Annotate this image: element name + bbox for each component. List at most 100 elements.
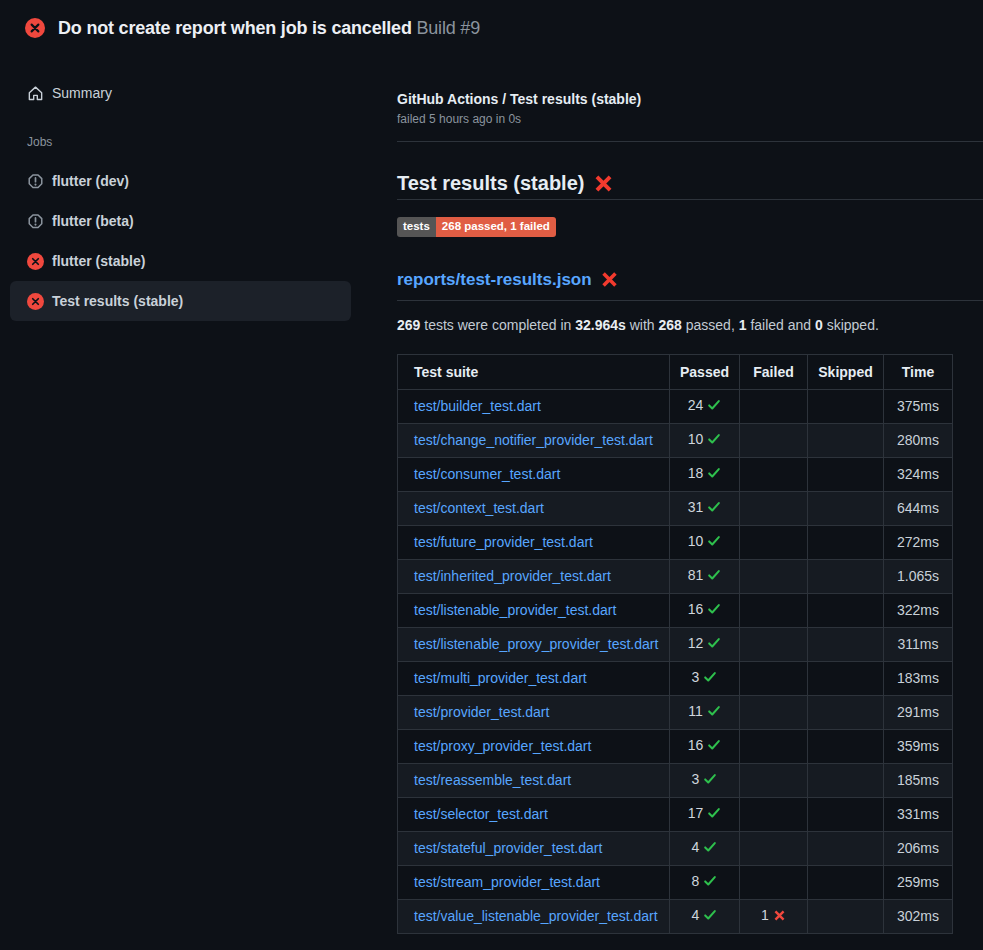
passed-cell: 4 [670,899,740,933]
failed-cell [740,491,808,525]
table-row: test/reassemble_test.dart3185ms [398,763,953,797]
passed-cell: 31 [670,491,740,525]
time-cell: 644ms [884,491,953,525]
skipped-cell [808,831,884,865]
check-icon [707,806,721,823]
time-cell: 272ms [884,525,953,559]
check-icon [703,840,717,857]
x-circle-icon [25,18,45,38]
table-row: test/proxy_provider_test.dart16359ms [398,729,953,763]
check-icon [703,670,717,687]
failed-cell [740,389,808,423]
col-header-failed: Failed [740,354,808,389]
check-icon [707,432,721,449]
check-icon [707,704,721,721]
suite-link[interactable]: test/multi_provider_test.dart [414,670,587,686]
time-cell: 291ms [884,695,953,729]
passed-cell: 16 [670,729,740,763]
passed-cell: 17 [670,797,740,831]
suite-link[interactable]: test/selector_test.dart [414,806,548,822]
time-cell: 280ms [884,423,953,457]
skipped-cell [808,423,884,457]
stop-icon [27,173,44,190]
table-row: test/listenable_proxy_provider_test.dart… [398,627,953,661]
sidebar-item-summary[interactable]: Summary [10,73,351,113]
badge-value: 268 passed, 1 failed [436,217,556,237]
table-row: test/provider_test.dart11291ms [398,695,953,729]
check-icon [707,636,721,653]
status-line: failed 5 hours ago in 0s [397,112,983,126]
report-link[interactable]: reports/test-results.json [397,270,592,290]
skipped-cell [808,389,884,423]
skipped-cell [808,559,884,593]
table-row: test/consumer_test.dart18324ms [398,457,953,491]
failed-cell [740,695,808,729]
summary-label: Summary [52,85,112,101]
time-cell: 183ms [884,661,953,695]
table-row: test/selector_test.dart17331ms [398,797,953,831]
build-number: Build #9 [417,18,480,38]
time-cell: 311ms [884,627,953,661]
failed-cell [740,797,808,831]
x-circle-icon [27,293,44,310]
tests-badge: tests 268 passed, 1 failed [397,217,556,237]
failed-cell [740,457,808,491]
table-row: test/stateful_provider_test.dart 4 206ms [398,831,953,865]
skipped-cell [808,491,884,525]
time-cell: 259ms [884,865,953,899]
suite-link[interactable]: test/reassemble_test.dart [414,772,571,788]
failed-cell [740,559,808,593]
suite-link[interactable]: test/stateful_provider_test.dart [414,840,602,856]
sidebar-job-flutter-stable-[interactable]: flutter (stable) [10,241,351,281]
sidebar-job-flutter-beta-[interactable]: flutter (beta) [10,201,351,241]
suite-link[interactable]: test/change_notifier_provider_test.dart [414,432,653,448]
skipped-cell [808,593,884,627]
suite-link[interactable]: test/proxy_provider_test.dart [414,738,591,754]
suite-link[interactable]: test/consumer_test.dart [414,466,560,482]
passed-cell: 16 [670,593,740,627]
table-header-row: Test suitePassedFailedSkippedTime [398,354,953,389]
check-icon [707,602,721,619]
check-icon [703,874,717,891]
check-icon [703,908,717,925]
table-row: test/change_notifier_provider_test.dart1… [398,423,953,457]
suite-link[interactable]: test/stream_provider_test.dart [414,874,600,890]
jobs-section-label: Jobs [27,135,397,149]
check-icon [707,500,721,517]
skipped-cell [808,695,884,729]
job-name: flutter (dev) [52,173,129,189]
passed-cell: 8 [670,865,740,899]
check-icon [703,772,717,789]
table-row: test/builder_test.dart 24 375ms [398,389,953,423]
suite-link[interactable]: test/future_provider_test.dart [414,534,593,550]
check-icon [707,738,721,755]
suite-link[interactable]: test/listenable_proxy_provider_test.dart [414,636,658,652]
suite-link[interactable]: test/context_test.dart [414,500,544,516]
passed-cell: 4 [670,831,740,865]
table-row: test/context_test.dart 31 644ms [398,491,953,525]
time-cell: 375ms [884,389,953,423]
passed-cell: 18 [670,457,740,491]
passed-cell: 81 [670,559,740,593]
table-row: test/multi_provider_test.dart3183ms [398,661,953,695]
divider [397,141,983,142]
table-row: test/future_provider_test.dart10272ms [398,525,953,559]
sidebar-job-test-results-stable-[interactable]: Test results (stable) [10,281,351,321]
suite-link[interactable]: test/value_listenable_provider_test.dart [414,908,658,924]
passed-cell: 24 [670,389,740,423]
suite-link[interactable]: test/provider_test.dart [414,704,549,720]
report-title: reports/test-results.json [397,270,983,301]
failed-cell [740,763,808,797]
failed-cell [740,729,808,763]
sidebar: Summary Jobs flutter (dev) flutter (beta)… [0,56,397,934]
summary-sentence: 269 tests were completed in 32.964s with… [397,317,983,333]
suite-link[interactable]: test/inherited_provider_test.dart [414,568,611,584]
skipped-cell [808,763,884,797]
table-row: test/stream_provider_test.dart 8 259ms [398,865,953,899]
suite-link[interactable]: test/listenable_provider_test.dart [414,602,616,618]
time-cell: 206ms [884,831,953,865]
suite-link[interactable]: test/builder_test.dart [414,398,541,414]
sidebar-job-flutter-dev-[interactable]: flutter (dev) [10,161,351,201]
breadcrumb: GitHub Actions / Test results (stable) [397,91,983,107]
skipped-cell [808,899,884,933]
